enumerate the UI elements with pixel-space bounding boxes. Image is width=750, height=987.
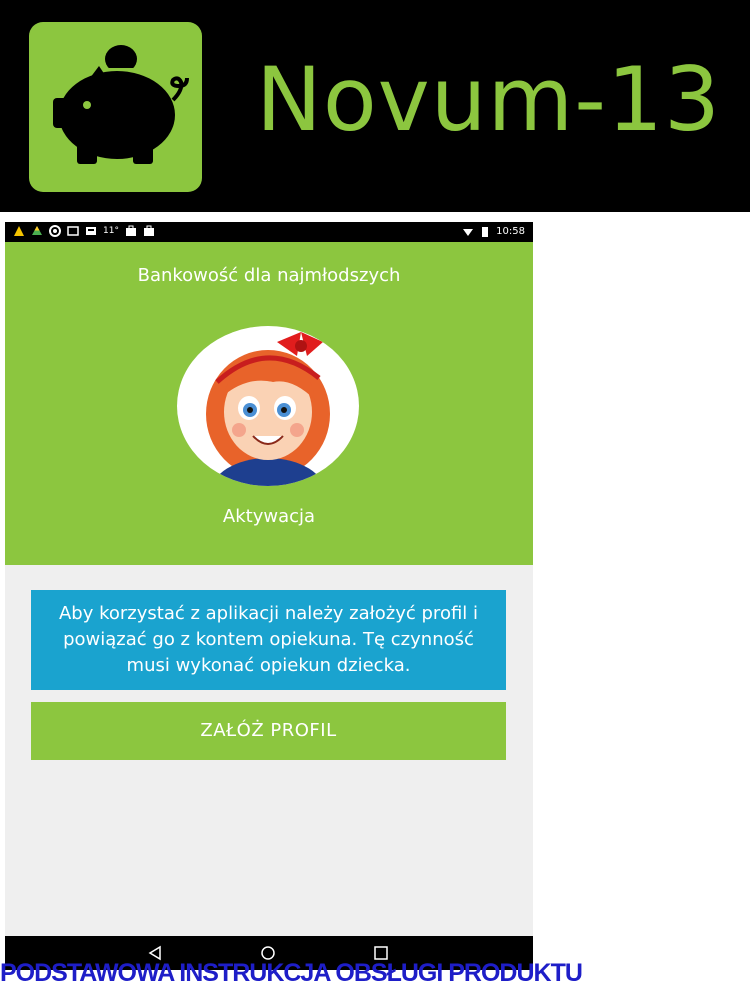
brand-name: Novum-13 <box>256 48 721 151</box>
recent-apps-icon <box>374 946 388 960</box>
avatar <box>177 326 359 486</box>
header-section: Bankowość dla najmłodszych Aktywacja <box>5 242 533 565</box>
piggy-bank-icon <box>53 45 189 164</box>
warning-icon <box>13 225 25 237</box>
status-icons-right: 10:58 <box>462 225 525 239</box>
document-title: PODSTAWOWA INSTRUKCJA OBSŁUGI PRODUKTU <box>0 960 583 987</box>
phone-screen: 11° 10:58 Bankowość dla najmłodszych Akt… <box>5 222 533 970</box>
temperature-icon: 11° <box>103 226 119 236</box>
chrome-icon <box>49 225 61 237</box>
logo <box>29 22 202 192</box>
app-subtitle: Bankowość dla najmłodszych <box>137 265 401 286</box>
home-icon <box>261 946 275 960</box>
drive-icon <box>31 225 43 237</box>
wifi-icon <box>462 226 474 238</box>
info-message: Aby korzystać z aplikacji należy założyć… <box>31 590 506 690</box>
gallery-icon <box>85 225 97 237</box>
bag-icon <box>143 225 155 237</box>
activation-label: Aktywacja <box>222 506 316 527</box>
status-icons-left: 11° <box>13 225 155 237</box>
battery-icon <box>479 226 491 238</box>
create-profile-button[interactable]: ZAŁÓŻ PROFIL <box>31 702 506 760</box>
status-bar: 11° 10:58 <box>5 222 533 242</box>
banner: Novum-13 <box>0 0 750 212</box>
back-icon <box>148 945 161 961</box>
girl-avatar-icon <box>206 332 330 486</box>
status-time: 10:58 <box>496 226 525 237</box>
screenshot-icon <box>67 225 79 237</box>
bag-icon <box>125 225 137 237</box>
